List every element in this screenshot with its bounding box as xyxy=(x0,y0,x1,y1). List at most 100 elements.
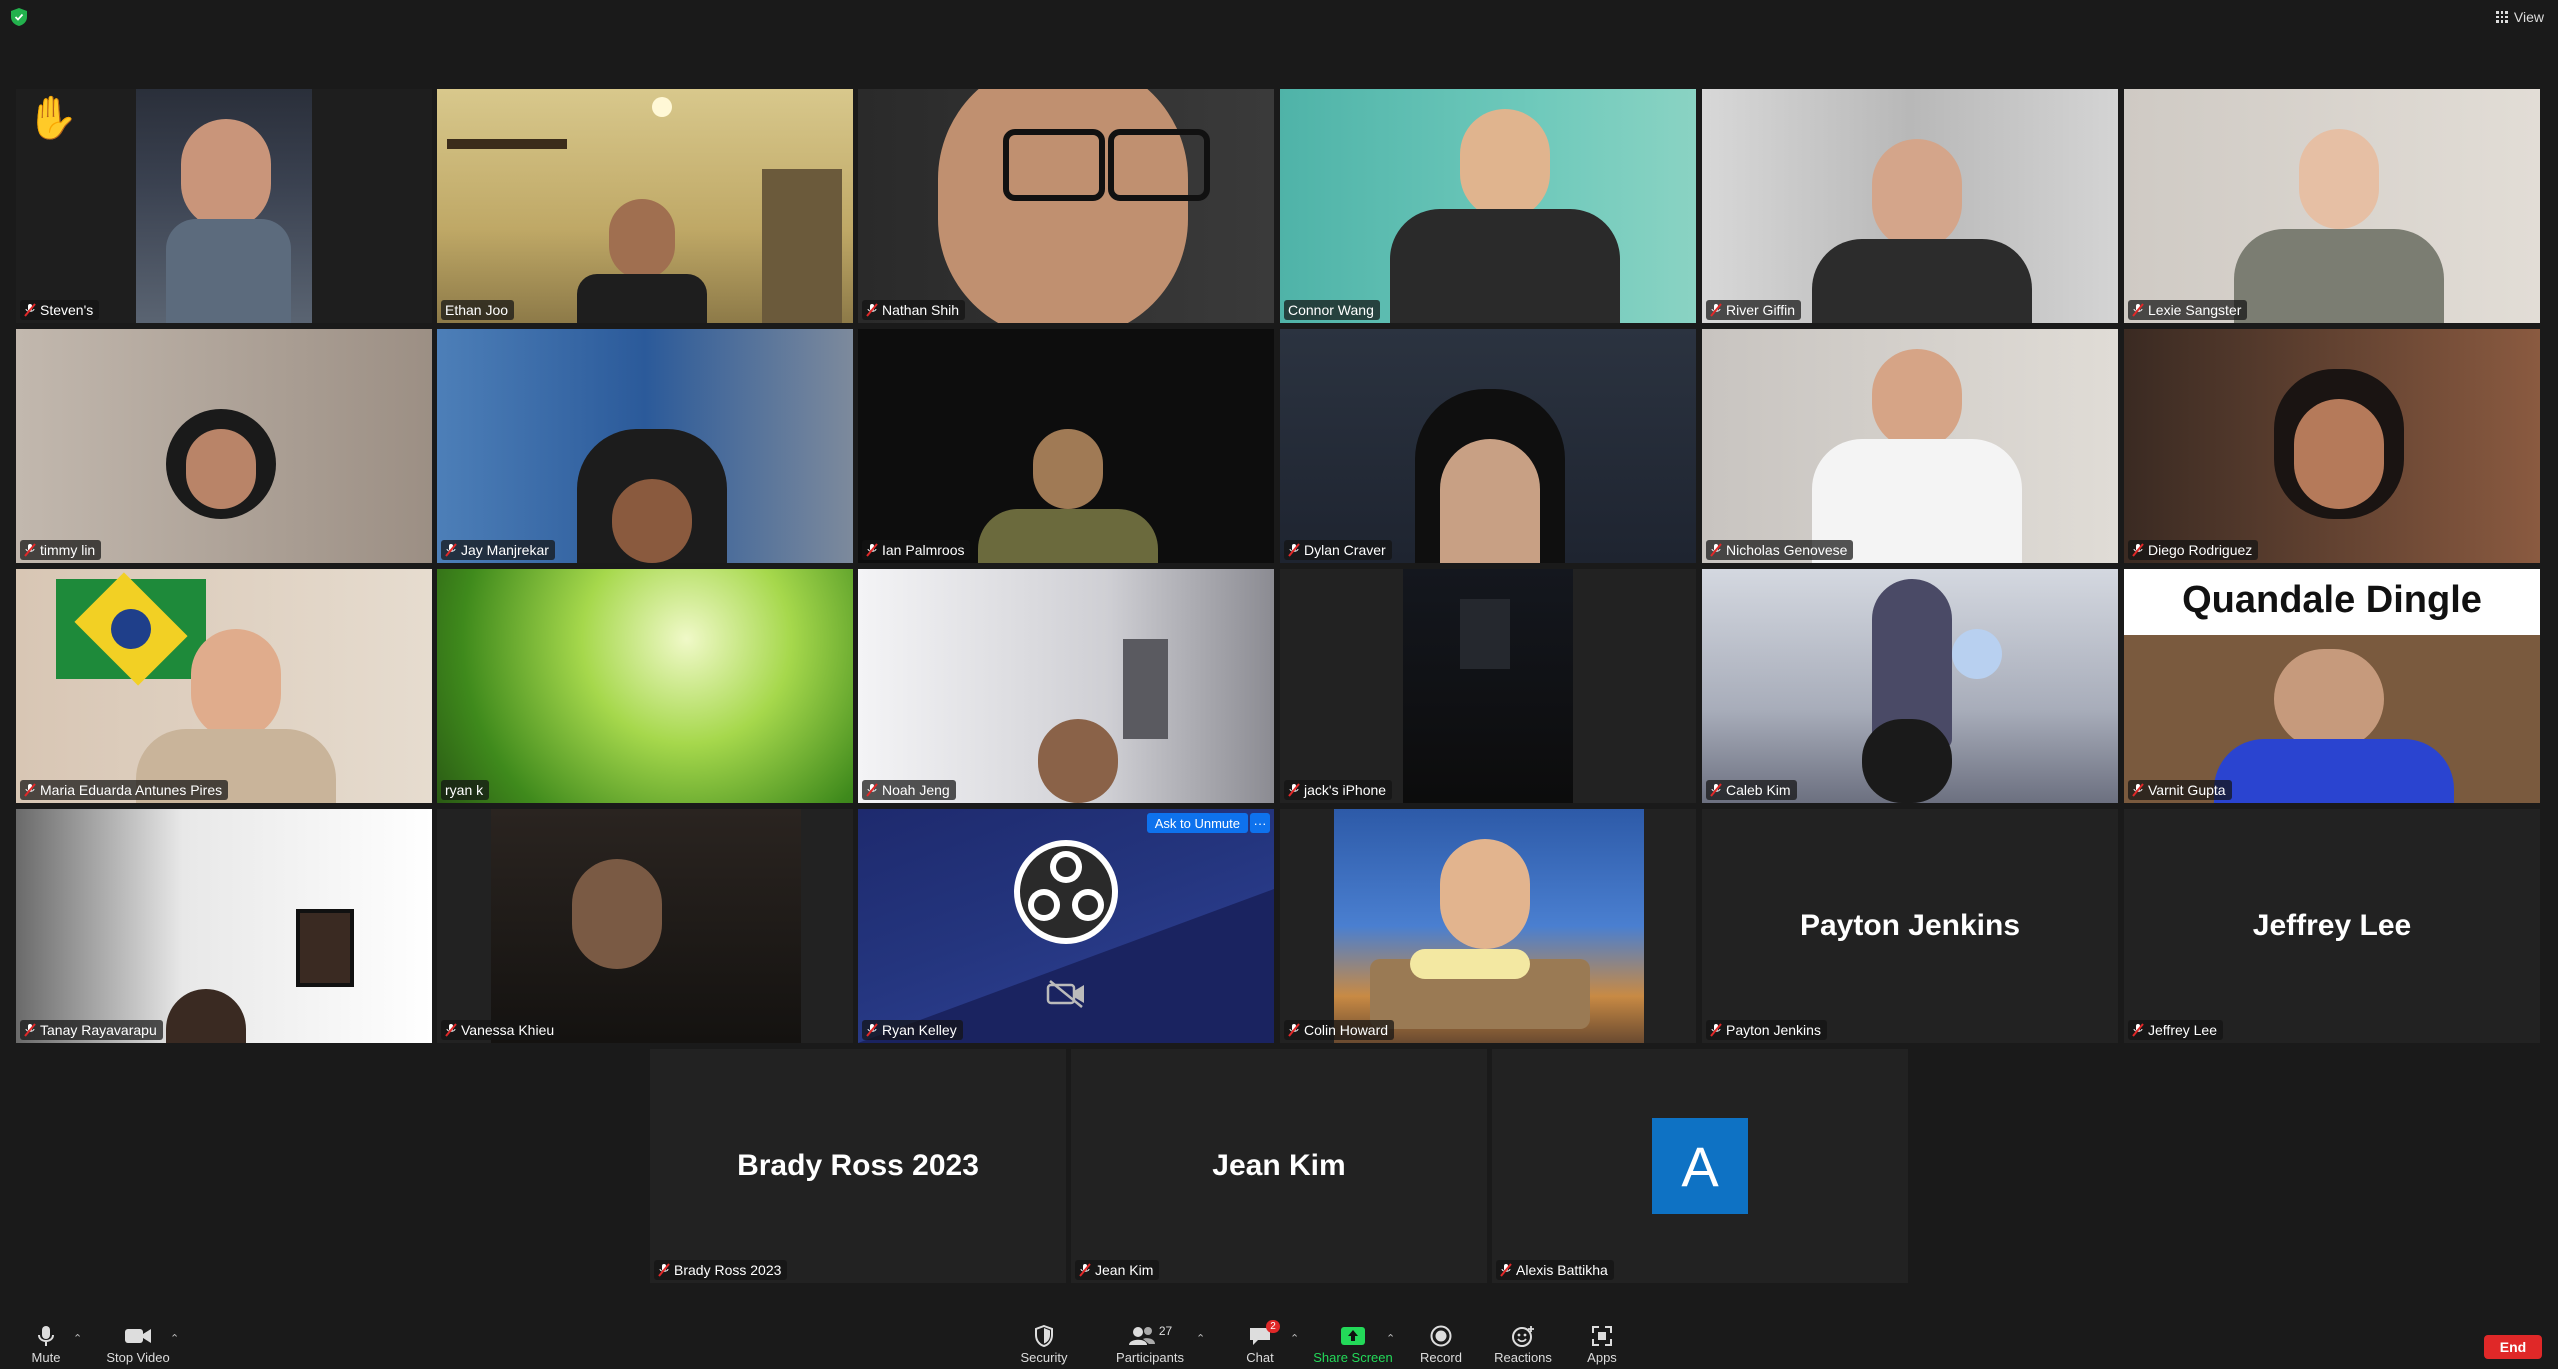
muted-mic-icon xyxy=(2132,783,2144,797)
participant-name-label: Ryan Kelley xyxy=(862,1020,963,1040)
participant-name-label: Connor Wang xyxy=(1284,300,1380,320)
muted-mic-icon xyxy=(24,543,36,557)
muted-mic-icon xyxy=(24,783,36,797)
participant-name-label: Nicholas Genovese xyxy=(1706,540,1854,560)
muted-mic-icon xyxy=(1288,543,1300,557)
participant-tile-active-speaker[interactable]: Ethan Joo xyxy=(437,89,853,323)
obs-logo-icon xyxy=(1014,840,1118,944)
apps-icon xyxy=(1592,1326,1612,1346)
view-button[interactable]: View xyxy=(2495,7,2544,27)
view-label: View xyxy=(2513,9,2544,25)
participant-name-label: jack's iPhone xyxy=(1284,780,1393,800)
muted-mic-icon xyxy=(1079,1263,1091,1277)
more-options-button[interactable]: ··· xyxy=(1250,813,1270,833)
participant-tile[interactable]: Nathan Shih xyxy=(858,89,1274,323)
video-feed xyxy=(2124,89,2540,323)
ask-to-unmute-button[interactable]: Ask to Unmute xyxy=(1146,813,1248,833)
participant-tile[interactable]: Nicholas Genovese xyxy=(1702,329,2118,563)
participant-tile-no-video[interactable]: Brady Ross 2023 Brady Ross 2023 xyxy=(650,1049,1066,1283)
muted-mic-icon xyxy=(24,1023,36,1037)
muted-mic-icon xyxy=(24,303,36,317)
muted-mic-icon xyxy=(1500,1263,1512,1277)
participant-tile[interactable]: jack's iPhone xyxy=(1280,569,1696,803)
muted-mic-icon xyxy=(2132,543,2144,557)
participant-tile[interactable]: Jay Manjrekar xyxy=(437,329,853,563)
video-feed xyxy=(1280,569,1696,803)
end-meeting-button[interactable]: End xyxy=(2484,1335,2542,1359)
participant-tile[interactable]: Quandale Dingle Varnit Gupta xyxy=(2124,569,2540,803)
video-feed xyxy=(437,89,853,323)
encryption-shield-icon[interactable] xyxy=(11,8,27,26)
participant-name-label: ryan k xyxy=(441,780,490,800)
muted-mic-icon xyxy=(1288,1023,1300,1037)
participant-tile[interactable]: Tanay Rayavarapu xyxy=(16,809,432,1043)
video-feed xyxy=(16,329,432,563)
muted-mic-icon xyxy=(445,543,457,557)
participant-tile[interactable]: River Giffin xyxy=(1702,89,2118,323)
participant-tile[interactable]: ✋ Steven's xyxy=(16,89,432,323)
participant-name-label: Varnit Gupta xyxy=(2128,780,2232,800)
audio-options-caret-icon[interactable]: ⌃ xyxy=(73,1332,82,1345)
participant-display-name: Jeffrey Lee xyxy=(2252,909,2412,942)
participant-tile[interactable]: Lexie Sangster xyxy=(2124,89,2540,323)
video-feed: Quandale Dingle xyxy=(2124,569,2540,803)
participant-name-label: Lexie Sangster xyxy=(2128,300,2248,320)
chat-options-caret-icon[interactable]: ⌃ xyxy=(1290,1332,1299,1345)
participant-tile[interactable]: Maria Eduarda Antunes Pires xyxy=(16,569,432,803)
participant-tile[interactable]: Dylan Craver xyxy=(1280,329,1696,563)
participant-display-name: Payton Jenkins xyxy=(1799,909,2021,942)
reactions-button[interactable]: Reactions xyxy=(1478,1324,1568,1365)
muted-mic-icon xyxy=(2132,303,2144,317)
participants-button[interactable]: 27 Participants xyxy=(1105,1324,1195,1365)
participant-tile[interactable]: Connor Wang xyxy=(1280,89,1696,323)
muted-mic-icon xyxy=(866,303,878,317)
participant-tile[interactable]: Vanessa Khieu xyxy=(437,809,853,1043)
participant-name-label: Diego Rodriguez xyxy=(2128,540,2259,560)
share-options-caret-icon[interactable]: ⌃ xyxy=(1386,1332,1395,1345)
security-button[interactable]: Security xyxy=(999,1324,1089,1365)
participant-tile[interactable]: Caleb Kim xyxy=(1702,569,2118,803)
participant-tile-no-video[interactable]: Jean Kim Jean Kim xyxy=(1071,1049,1487,1283)
participant-tile-no-video[interactable]: Payton Jenkins Payton Jenkins xyxy=(1702,809,2118,1043)
apps-button[interactable]: Apps xyxy=(1557,1324,1647,1365)
muted-mic-icon xyxy=(445,1023,457,1037)
muted-mic-icon xyxy=(1710,543,1722,557)
participants-icon xyxy=(1128,1327,1155,1345)
video-feed xyxy=(437,569,853,803)
grid-view-icon xyxy=(2495,11,2508,23)
participant-name-label: Ian Palmroos xyxy=(862,540,971,560)
video-feed xyxy=(16,89,432,323)
raised-hand-icon: ✋ xyxy=(26,94,79,141)
video-feed xyxy=(16,809,432,1043)
participant-display-name: Jean Kim xyxy=(1212,1149,1346,1182)
participant-tile[interactable]: ryan k xyxy=(437,569,853,803)
participant-tile[interactable]: Ask to Unmute ··· Ryan Kelley xyxy=(858,809,1274,1043)
video-feed xyxy=(858,809,1274,1043)
muted-mic-icon xyxy=(1710,303,1722,317)
participant-name-label: Steven's xyxy=(20,300,100,320)
participants-options-caret-icon[interactable]: ⌃ xyxy=(1196,1332,1205,1345)
muted-mic-icon xyxy=(1710,1023,1722,1037)
participant-name-label: Brady Ross 2023 xyxy=(654,1260,788,1280)
participant-name-label: Tanay Rayavarapu xyxy=(20,1020,163,1040)
video-options-caret-icon[interactable]: ⌃ xyxy=(170,1332,179,1345)
participant-tile-no-video[interactable]: Jeffrey Lee Jeffrey Lee xyxy=(2124,809,2540,1043)
microphone-icon xyxy=(38,1326,54,1346)
participant-display-name: Brady Ross 2023 xyxy=(737,1149,979,1182)
share-screen-button[interactable]: Share Screen xyxy=(1308,1324,1398,1365)
participant-name-label: Maria Eduarda Antunes Pires xyxy=(20,780,229,800)
participant-tile[interactable]: Ian Palmroos xyxy=(858,329,1274,563)
participant-tile[interactable]: timmy lin xyxy=(16,329,432,563)
participant-tile[interactable]: Noah Jeng xyxy=(858,569,1274,803)
participant-name-label: Alexis Battikha xyxy=(1496,1260,1614,1280)
record-button[interactable]: Record xyxy=(1396,1324,1486,1365)
participant-tile-avatar[interactable]: A Alexis Battikha xyxy=(1492,1049,1908,1283)
chat-unread-badge: 2 xyxy=(1266,1320,1280,1333)
video-feed xyxy=(437,809,853,1043)
participant-tile[interactable]: Colin Howard xyxy=(1280,809,1696,1043)
muted-mic-icon xyxy=(1288,783,1300,797)
participant-tile[interactable]: Diego Rodriguez xyxy=(2124,329,2540,563)
muted-mic-icon xyxy=(658,1263,670,1277)
video-feed xyxy=(858,89,1274,323)
participant-name-label: River Giffin xyxy=(1706,300,1801,320)
